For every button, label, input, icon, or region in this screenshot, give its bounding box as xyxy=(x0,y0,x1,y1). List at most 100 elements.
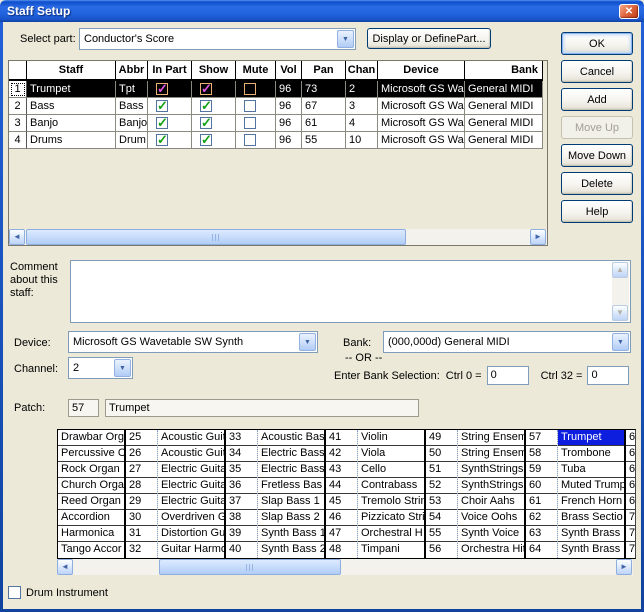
patch-cell[interactable]: 61 xyxy=(526,494,557,510)
patch-cell[interactable]: Synth Bass 1 xyxy=(258,526,324,542)
patch-cell[interactable]: 29 xyxy=(126,494,157,510)
patch-cell[interactable]: 54 xyxy=(426,510,457,526)
patch-cell[interactable]: 68 xyxy=(626,478,635,494)
staff-cell-staff[interactable]: Trumpet xyxy=(27,81,116,98)
patch-cell[interactable]: 30 xyxy=(126,510,157,526)
cancel-button[interactable]: Cancel xyxy=(561,60,633,83)
staff-cell-bank[interactable]: General MIDI xyxy=(465,115,543,132)
patch-cell[interactable]: Acoustic Guit xyxy=(158,430,224,446)
help-button[interactable]: Help xyxy=(561,200,633,223)
patch-cell[interactable]: 51 xyxy=(426,462,457,478)
patch-cell[interactable]: Orchestra Hit xyxy=(458,542,524,558)
ctrl32-input[interactable]: 0 xyxy=(587,366,629,385)
checkbox-checked-icon[interactable] xyxy=(156,100,168,112)
staff-cell-staff[interactable]: Bass xyxy=(27,98,116,115)
patch-cell[interactable]: 34 xyxy=(226,446,257,462)
patch-cell[interactable]: Synth Brass xyxy=(558,542,624,558)
staff-table-row[interactable]: 4DrumsDrum965510Microsoft GS WaGeneral M… xyxy=(9,132,547,149)
staff-cell-pan[interactable]: 55 xyxy=(302,132,346,149)
patch-cell[interactable]: Drawbar Org xyxy=(58,430,124,446)
patch-cell[interactable]: 25 xyxy=(126,430,157,446)
patch-cell[interactable]: 66 xyxy=(626,446,635,462)
staff-cell-chan[interactable]: 4 xyxy=(346,115,378,132)
checkbox-checked-icon[interactable] xyxy=(200,83,212,95)
patch-cell[interactable]: Synth Brass xyxy=(558,526,624,542)
show-checkbox-cell[interactable] xyxy=(192,115,236,132)
staff-cell-bank[interactable]: General MIDI xyxy=(465,98,543,115)
patch-cell[interactable]: Tremolo Strin xyxy=(358,494,424,510)
ok-button[interactable]: OK xyxy=(561,32,633,55)
patch-cell[interactable]: Pizzicato Stri xyxy=(358,510,424,526)
in-part-checkbox-cell[interactable] xyxy=(148,81,192,98)
close-icon[interactable]: ✕ xyxy=(619,4,639,19)
staff-scrollbar-thumb[interactable] xyxy=(26,229,406,245)
checkbox-checked-icon[interactable] xyxy=(200,134,212,146)
checkbox-checked-icon[interactable] xyxy=(200,117,212,129)
patch-cell[interactable]: Electric Guita xyxy=(158,494,224,510)
patch-cell[interactable]: String Ensem xyxy=(458,446,524,462)
comment-vscrollbar[interactable]: ▲ ▼ xyxy=(612,262,629,321)
patch-cell[interactable]: 27 xyxy=(126,462,157,478)
patch-cell[interactable]: 69 xyxy=(626,494,635,510)
patch-cell[interactable]: 35 xyxy=(226,462,257,478)
staff-table-hscrollbar[interactable]: ◄ ► xyxy=(9,229,547,245)
patch-cell[interactable]: Slap Bass 2 xyxy=(258,510,324,526)
patch-cell[interactable]: 49 xyxy=(426,430,457,446)
patch-cell[interactable]: 58 xyxy=(526,446,557,462)
staff-cell-staff[interactable]: Drums xyxy=(27,132,116,149)
patch-cell[interactable]: 26 xyxy=(126,446,157,462)
patch-cell[interactable]: 67 xyxy=(626,462,635,478)
patch-cell[interactable]: 28 xyxy=(126,478,157,494)
patch-cell[interactable]: Synth Voice xyxy=(458,526,524,542)
patch-cell[interactable]: Timpani xyxy=(358,542,424,558)
patch-cell[interactable]: Reed Organ xyxy=(58,494,124,510)
chevron-down-icon[interactable]: ▼ xyxy=(337,30,354,48)
mute-checkbox-cell[interactable] xyxy=(236,115,276,132)
staff-cell-pan[interactable]: 67 xyxy=(302,98,346,115)
staff-cell-vol[interactable]: 96 xyxy=(276,115,302,132)
patch-cell-selected[interactable]: Trumpet xyxy=(558,430,624,446)
scroll-left-icon[interactable]: ◄ xyxy=(57,559,73,575)
chevron-down-icon[interactable]: ▼ xyxy=(114,359,131,377)
patch-cell[interactable]: 65 xyxy=(626,430,635,446)
checkbox-unchecked-icon[interactable] xyxy=(244,83,256,95)
patch-cell[interactable]: Trombone xyxy=(558,446,624,462)
staff-cell-chan[interactable]: 2 xyxy=(346,81,378,98)
patch-cell[interactable]: Acoustic Bas xyxy=(258,430,324,446)
in-part-checkbox-cell[interactable] xyxy=(148,115,192,132)
staff-table-row[interactable]: 1TrumpetTpt96732Microsoft GS WaGeneral M… xyxy=(9,81,547,98)
staff-cell-abbr[interactable]: Tpt xyxy=(116,81,148,98)
scroll-right-icon[interactable]: ► xyxy=(616,559,632,575)
patch-cell[interactable]: Contrabass xyxy=(358,478,424,494)
patch-cell[interactable]: Orchestral H xyxy=(358,526,424,542)
delete-button[interactable]: Delete xyxy=(561,172,633,195)
staff-cell-num[interactable]: 1 xyxy=(9,81,27,98)
patch-cell[interactable]: 37 xyxy=(226,494,257,510)
patch-cell[interactable]: 59 xyxy=(526,462,557,478)
staff-cell-num[interactable]: 2 xyxy=(9,98,27,115)
staff-cell-vol[interactable]: 96 xyxy=(276,81,302,98)
patch-cell[interactable]: Guitar Harmo xyxy=(158,542,224,558)
patch-cell[interactable]: 46 xyxy=(326,510,357,526)
patch-cell[interactable]: Choir Aahs xyxy=(458,494,524,510)
move-down-button[interactable]: Move Down xyxy=(561,144,633,167)
patch-cell[interactable]: 38 xyxy=(226,510,257,526)
checkbox-checked-icon[interactable] xyxy=(156,83,168,95)
patch-cell[interactable]: 64 xyxy=(526,542,557,558)
patch-cell[interactable]: Church Orga xyxy=(58,478,124,494)
checkbox-unchecked-icon[interactable] xyxy=(244,100,256,112)
checkbox-unchecked-icon[interactable] xyxy=(244,134,256,146)
patch-cell[interactable]: Percussive O xyxy=(58,446,124,462)
patch-cell[interactable]: Viola xyxy=(358,446,424,462)
show-checkbox-cell[interactable] xyxy=(192,98,236,115)
comment-textarea[interactable]: ▲ ▼ xyxy=(70,260,631,323)
scroll-left-icon[interactable]: ◄ xyxy=(9,229,25,245)
patch-cell[interactable]: 32 xyxy=(126,542,157,558)
staff-cell-pan[interactable]: 61 xyxy=(302,115,346,132)
patch-cell[interactable]: Tango Accor xyxy=(58,542,124,558)
staff-table-row[interactable]: 3BanjoBanjo96614Microsoft GS WaGeneral M… xyxy=(9,115,547,132)
staff-cell-staff[interactable]: Banjo xyxy=(27,115,116,132)
patch-cell[interactable]: Electric Bass xyxy=(258,462,324,478)
patch-cell[interactable]: 48 xyxy=(326,542,357,558)
patch-cell[interactable]: 63 xyxy=(526,526,557,542)
